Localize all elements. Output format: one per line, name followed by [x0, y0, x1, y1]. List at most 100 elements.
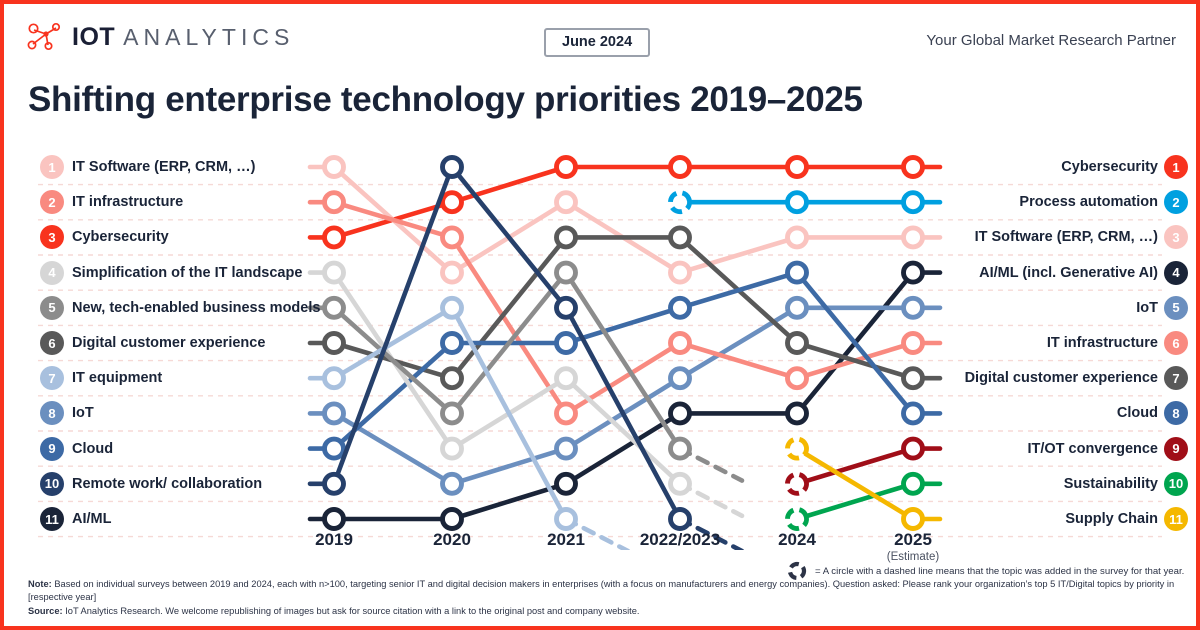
right-rank-badge-5: 5	[1164, 295, 1188, 320]
series-node-new[interactable]	[784, 436, 809, 461]
series-node[interactable]	[440, 507, 464, 531]
series-node[interactable]	[322, 366, 346, 391]
series-node[interactable]	[668, 260, 692, 285]
series-node[interactable]	[322, 331, 346, 355]
series-node[interactable]	[322, 471, 346, 496]
series-node[interactable]	[785, 295, 809, 320]
series-segment	[563, 340, 683, 416]
series-node[interactable]	[322, 260, 346, 285]
left-rank-badge-9: 9	[40, 436, 64, 461]
series-node[interactable]	[440, 401, 464, 426]
series-node[interactable]	[322, 295, 346, 320]
series-segment	[794, 446, 916, 522]
series-node[interactable]	[785, 190, 809, 215]
series-node[interactable]	[785, 366, 809, 391]
left-series-label-2: IT infrastructure	[72, 193, 184, 210]
right-series-label-3: IT Software (ERP, CRM, …)	[974, 229, 1158, 246]
right-rank-badge-11: 11	[1164, 507, 1188, 531]
series-node[interactable]	[785, 331, 809, 355]
series-node[interactable]	[440, 331, 464, 355]
series-iot	[307, 295, 943, 496]
footer-source-label: Source:	[28, 605, 63, 616]
series-node[interactable]	[668, 155, 692, 179]
series-node[interactable]	[554, 295, 578, 320]
series-node[interactable]	[440, 190, 464, 215]
left-series-label-1: IT Software (ERP, CRM, …)	[72, 158, 256, 175]
series-node-new[interactable]	[784, 506, 809, 531]
series-node[interactable]	[901, 366, 925, 391]
series-node[interactable]	[901, 401, 925, 426]
series-segment	[794, 446, 916, 487]
x-axis-label-2020: 2020	[433, 530, 471, 549]
series-node[interactable]	[901, 190, 925, 215]
series-node[interactable]	[901, 436, 925, 461]
series-process-automation	[667, 190, 943, 215]
footer-note-label: Note:	[28, 578, 52, 589]
brand-wordmark: IOT ANALYTICS	[72, 23, 294, 52]
series-node[interactable]	[322, 225, 346, 250]
logo-text-bold: IOT	[72, 22, 116, 51]
right-rank-badge-7: 7	[1164, 366, 1188, 391]
series-node[interactable]	[554, 155, 578, 179]
series-node[interactable]	[440, 295, 464, 320]
series-segment	[563, 305, 683, 522]
series-node[interactable]	[785, 260, 809, 285]
left-series-label-10: Remote work/ collaboration	[72, 475, 263, 492]
page-title: Shifting enterprise technology prioritie…	[28, 80, 863, 119]
footer-source: Source: IoT Analytics Research. We welco…	[28, 605, 1178, 618]
series-node[interactable]	[785, 155, 809, 179]
series-node[interactable]	[554, 436, 578, 461]
series-node[interactable]	[554, 471, 578, 496]
series-node[interactable]	[322, 507, 346, 531]
series-node[interactable]	[785, 225, 809, 250]
series-node[interactable]	[901, 260, 925, 285]
left-series-label-11: AI/ML	[72, 510, 112, 527]
series-node[interactable]	[668, 295, 692, 320]
series-node[interactable]	[322, 401, 346, 426]
series-node[interactable]	[901, 225, 925, 250]
series-node[interactable]	[322, 190, 346, 215]
series-node[interactable]	[668, 507, 692, 531]
series-node-new[interactable]	[784, 471, 809, 496]
left-series-label-9: Cloud	[72, 440, 114, 457]
series-node[interactable]	[785, 401, 809, 426]
x-axis-label-2019: 2019	[315, 530, 353, 549]
series-ai-ml-incl-generative-ai	[307, 260, 943, 531]
series-node[interactable]	[440, 366, 464, 391]
right-series-label-11: Supply Chain	[1065, 510, 1158, 527]
footer-note-text: Based on individual surveys between 2019…	[28, 578, 1175, 603]
series-node[interactable]	[901, 295, 925, 320]
series-node[interactable]	[668, 401, 692, 426]
series-node[interactable]	[322, 155, 346, 179]
series-node[interactable]	[554, 225, 578, 250]
series-node[interactable]	[440, 436, 464, 461]
series-node[interactable]	[554, 507, 578, 531]
right-rank-badge-1: 1	[1164, 155, 1188, 179]
series-node[interactable]	[668, 225, 692, 250]
left-rank-badge-6: 6	[40, 331, 64, 355]
series-node[interactable]	[554, 331, 578, 355]
series-node[interactable]	[440, 225, 464, 250]
series-node[interactable]	[901, 155, 925, 179]
series-node-new[interactable]	[667, 190, 692, 215]
series-node[interactable]	[668, 471, 692, 496]
series-node[interactable]	[440, 155, 464, 179]
series-node[interactable]	[322, 436, 346, 461]
series-node[interactable]	[554, 366, 578, 391]
series-node[interactable]	[554, 401, 578, 426]
left-rank-badge-8: 8	[40, 401, 64, 426]
right-series-label-10: Sustainability	[1063, 475, 1158, 492]
series-node[interactable]	[668, 366, 692, 391]
series-node[interactable]	[901, 331, 925, 355]
series-node[interactable]	[668, 436, 692, 461]
series-node[interactable]	[440, 471, 464, 496]
footer-note: Note: Based on individual surveys betwee…	[28, 578, 1178, 605]
footer-source-text: IoT Analytics Research. We welcome repub…	[65, 605, 640, 616]
series-node[interactable]	[901, 507, 925, 531]
series-node[interactable]	[668, 331, 692, 355]
series-node[interactable]	[554, 260, 578, 285]
series-node[interactable]	[440, 260, 464, 285]
right-rank-badge-10: 10	[1164, 471, 1188, 496]
series-node[interactable]	[554, 190, 578, 215]
series-node[interactable]	[901, 471, 925, 496]
